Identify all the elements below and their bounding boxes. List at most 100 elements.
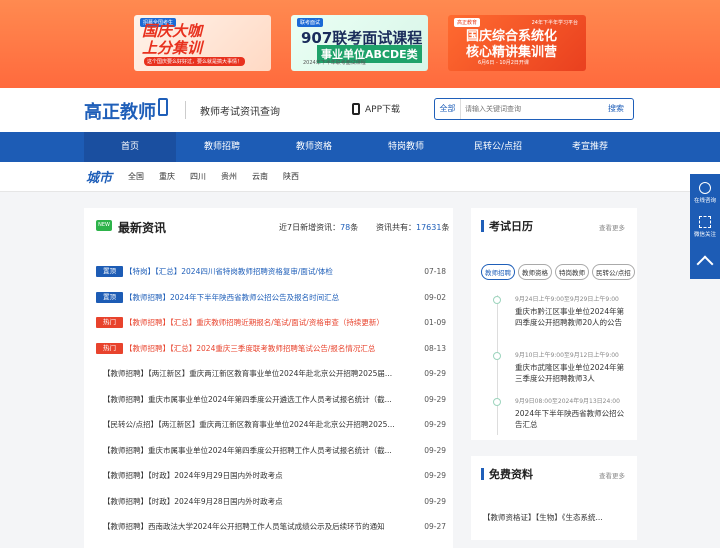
nav-home[interactable]: 首页 xyxy=(84,132,176,162)
news-panel: NEW 最新资讯 近7日新增资讯：78条 资讯共有：17631条 置顶 【特岗】【… xyxy=(84,208,453,548)
nav-special-post[interactable]: 特岗教师 xyxy=(360,132,452,162)
news-item[interactable]: 置顶 【特岗】【汇总】2024四川省特岗教师招聘资格复审/面试/体检 07-18 xyxy=(96,264,446,290)
logo-mark-icon xyxy=(158,98,168,116)
nav-civil-recruit[interactable]: 民转公/点招 xyxy=(452,132,544,162)
timeline-dot-icon xyxy=(493,296,501,304)
exam-calendar-panel: 考试日历 查看更多 教师招聘 教师资格 特岗教师 民转公/点招 9月24日上午9… xyxy=(471,208,637,440)
free-more-link[interactable]: 查看更多 xyxy=(599,470,625,480)
event-time: 9月10日上午9:00至9月12日上午9:00 xyxy=(515,352,619,359)
phone-icon xyxy=(352,102,360,115)
news-item-title[interactable]: 【教师招聘】2024年下半年陕西省教师公招公告及报名时间汇总 xyxy=(125,291,395,304)
nav-teacher-cert[interactable]: 教师资格 xyxy=(268,132,360,162)
news-item[interactable]: 热门 【教师招聘】【汇总】2024重庆三季度联考教师招聘笔试公告/报名情况汇总 08… xyxy=(96,341,446,367)
event-time: 9月24日上午9:00至9月29日上午9:00 xyxy=(515,296,619,303)
floating-sidebar: 在线咨询 微信关注 xyxy=(690,174,720,279)
news-item-title[interactable]: 【特岗】【汇总】2024四川省特岗教师招聘资格复审/面试/体检 xyxy=(125,265,395,278)
news-total-stat: 资讯共有：17631条 xyxy=(376,223,450,232)
nav-teacher-recruit[interactable]: 教师招聘 xyxy=(176,132,268,162)
ad-subtext: 2024年下半年联考面试课程 xyxy=(303,60,366,66)
news-item-date: 09-02 xyxy=(424,292,446,302)
free-materials-title: 免费资料 xyxy=(489,468,533,481)
search-scope-select[interactable]: 全部 xyxy=(435,99,461,119)
city-label: 城市 xyxy=(86,171,113,186)
ad-banner-national-day[interactable]: 招募全国考生 国庆大咖 上分集训 这个国庆要么好好过，要么就是搞大事情！ xyxy=(134,15,271,71)
free-material-link[interactable]: 【教师资格证】【生物】《生态系统... xyxy=(483,512,629,523)
event-desc: 重庆市黔江区事业单位2024年第四季度公开招聘教师20人的公告 xyxy=(515,307,625,327)
ad-subtext: 这个国庆要么好好过，要么就是搞大事情！ xyxy=(144,57,246,66)
news-item[interactable]: 【教师招聘】【两江新区】重庆两江新区教育事业单位2024年赴北京公开招聘2025… xyxy=(96,366,446,392)
news-item-date: 09-29 xyxy=(424,420,446,429)
back-to-top-icon[interactable] xyxy=(696,255,714,273)
site-logo[interactable]: 高正教师 xyxy=(84,98,156,124)
filter-teacher-recruit[interactable]: 教师招聘 xyxy=(481,264,515,280)
news-item-title[interactable]: 【教师招聘】【时政】2024年9月29日国内外时政考点 xyxy=(103,469,403,482)
city-guizhou[interactable]: 贵州 xyxy=(221,171,237,182)
filter-teacher-cert[interactable]: 教师资格 xyxy=(518,264,552,280)
news-item[interactable]: 【教师招聘】【时政】2024年9月28日国内外时政考点 09-29 xyxy=(96,494,446,520)
city-all[interactable]: 全国 xyxy=(128,171,144,182)
calendar-filters: 教师招聘 教师资格 特岗教师 民转公/点招 xyxy=(481,264,635,280)
qrcode-icon xyxy=(699,216,711,228)
headset-icon xyxy=(699,182,711,194)
news-item-date: 09-29 xyxy=(424,369,446,378)
hot-badge: 热门 xyxy=(96,317,123,328)
news-item-title[interactable]: 【教师招聘】【两江新区】重庆两江新区教育事业单位2024年赴北京公开招聘2025… xyxy=(103,367,403,380)
news-item[interactable]: 【教师招聘】西南政法大学2024年公开招聘工作人员笔试成绩公示及后续环节的通知 0… xyxy=(96,519,446,545)
new-badge-icon: NEW xyxy=(96,220,112,231)
news-item-title[interactable]: 【教师招聘】重庆市属事业单位2024年第四季度公开招聘工作人员考试报名统计（截.… xyxy=(103,444,403,457)
news-item[interactable]: 置顶 【教师招聘】2024年下半年陕西省教师公招公告及报名时间汇总 09-02 xyxy=(96,290,446,316)
city-yunnan[interactable]: 云南 xyxy=(252,171,268,182)
event-desc: 2024年下半年陕西省教师公招公告汇总 xyxy=(515,409,625,429)
ad-banner-camp[interactable]: 高正教育 24年下半年学习平台 国庆综合系统化 核心精讲集训营 6月6日 - 10… xyxy=(448,15,586,71)
calendar-more-link[interactable]: 查看更多 xyxy=(599,222,625,232)
main-nav: 首页 教师招聘 教师资格 特岗教师 民转公/点招 考宣推荐 xyxy=(0,132,720,162)
news-list: 置顶 【特岗】【汇总】2024四川省特岗教师招聘资格复审/面试/体检 07-18 置顶… xyxy=(96,264,446,545)
filter-civil-recruit[interactable]: 民转公/点招 xyxy=(592,264,635,280)
news-item-date: 01-09 xyxy=(424,318,446,327)
nav-exam-recommend[interactable]: 考宣推荐 xyxy=(544,132,636,162)
event-desc: 重庆市武隆区事业单位2024年第三季度公开招聘教师3人 xyxy=(515,363,625,383)
news-item-title[interactable]: 【教师招聘】【时政】2024年9月28日国内外时政考点 xyxy=(103,495,403,508)
panel-accent-bar xyxy=(481,220,484,232)
top-banner: 招募全国考生 国庆大咖 上分集训 这个国庆要么好好过，要么就是搞大事情！ 联考面试… xyxy=(0,0,720,88)
news-item-date: 07-18 xyxy=(424,267,446,276)
panel-accent-bar xyxy=(481,468,484,480)
city-sichuan[interactable]: 四川 xyxy=(190,171,206,182)
free-materials-panel: 免费资料 查看更多 【教师资格证】【生物】《生态系统... xyxy=(471,456,637,540)
wechat-follow-label: 微信关注 xyxy=(693,232,716,238)
news-item[interactable]: 【教师招聘】重庆市属事业单位2024年第四季度公开招聘工作人员考试报名统计（截.… xyxy=(96,443,446,469)
timeline-dot-icon xyxy=(493,352,501,360)
city-shaanxi[interactable]: 陕西 xyxy=(283,171,299,182)
news-item[interactable]: 【教师招聘】【时政】2024年9月29日国内外时政考点 09-29 xyxy=(96,468,446,494)
news-item-title[interactable]: 【教师招聘】【汇总】重庆教师招聘近期报名/笔试/面试/资格审查（持续更新） xyxy=(125,316,395,329)
timeline-dot-icon xyxy=(493,398,501,406)
search-box: 全部 搜索 xyxy=(434,98,634,120)
news-item[interactable]: 【教师招聘】重庆市属事业单位2024年第四季度公开遴选工作人员考试报名统计（截.… xyxy=(96,392,446,418)
filter-special-post[interactable]: 特岗教师 xyxy=(555,264,589,280)
wechat-follow-button[interactable]: 微信关注 xyxy=(690,216,720,238)
header-divider xyxy=(185,101,186,119)
city-bar: 城市 全国 重庆 四川 贵州 云南 陕西 xyxy=(0,162,720,192)
news-item-title[interactable]: 【民转公/点招】【两江新区】重庆两江新区教育事业单位2024年赴北京公开招聘20… xyxy=(103,418,403,431)
city-chongqing[interactable]: 重庆 xyxy=(159,171,175,182)
search-button[interactable]: 搜索 xyxy=(599,99,633,119)
news-item[interactable]: 热门 【教师招聘】【汇总】重庆教师招聘近期报名/笔试/面试/资格审查（持续更新） 0… xyxy=(96,315,446,341)
online-consult-button[interactable]: 在线咨询 xyxy=(690,182,720,204)
news-item-title[interactable]: 【教师招聘】重庆市属事业单位2024年第四季度公开遴选工作人员考试报名统计（截.… xyxy=(103,393,403,406)
calendar-timeline xyxy=(497,295,498,435)
pinned-badge: 置顶 xyxy=(96,291,123,303)
ad-headline: 国庆综合系统化 核心精讲集训营 xyxy=(466,29,558,60)
ad-tag-right: 24年下半年学习平台 xyxy=(531,20,578,26)
news-item-date: 08-13 xyxy=(424,343,446,353)
calendar-title: 考试日历 xyxy=(489,220,533,233)
news-panel-title: 最新资讯 xyxy=(118,221,167,235)
event-time: 9月9日08:00至2024年9月13日24:00 xyxy=(515,398,620,405)
ad-tag: 联考面试 xyxy=(297,18,324,27)
news-item[interactable]: 【民转公/点招】【两江新区】重庆两江新区教育事业单位2024年赴北京公开招聘20… xyxy=(96,417,446,443)
news-item-title[interactable]: 【教师招聘】【汇总】2024重庆三季度联考教师招聘笔试公告/报名情况汇总 xyxy=(125,342,395,355)
online-consult-label: 在线咨询 xyxy=(693,198,716,204)
search-input[interactable] xyxy=(465,101,605,117)
app-download-link[interactable]: APP下载 xyxy=(352,102,400,115)
ad-banner-interview[interactable]: 联考面试 907联考面试课程 事业单位ABCDE类 2024年下半年联考面试课程 xyxy=(291,15,428,71)
news-item-title[interactable]: 【教师招聘】西南政法大学2024年公开招聘工作人员笔试成绩公示及后续环节的通知 xyxy=(103,520,403,533)
